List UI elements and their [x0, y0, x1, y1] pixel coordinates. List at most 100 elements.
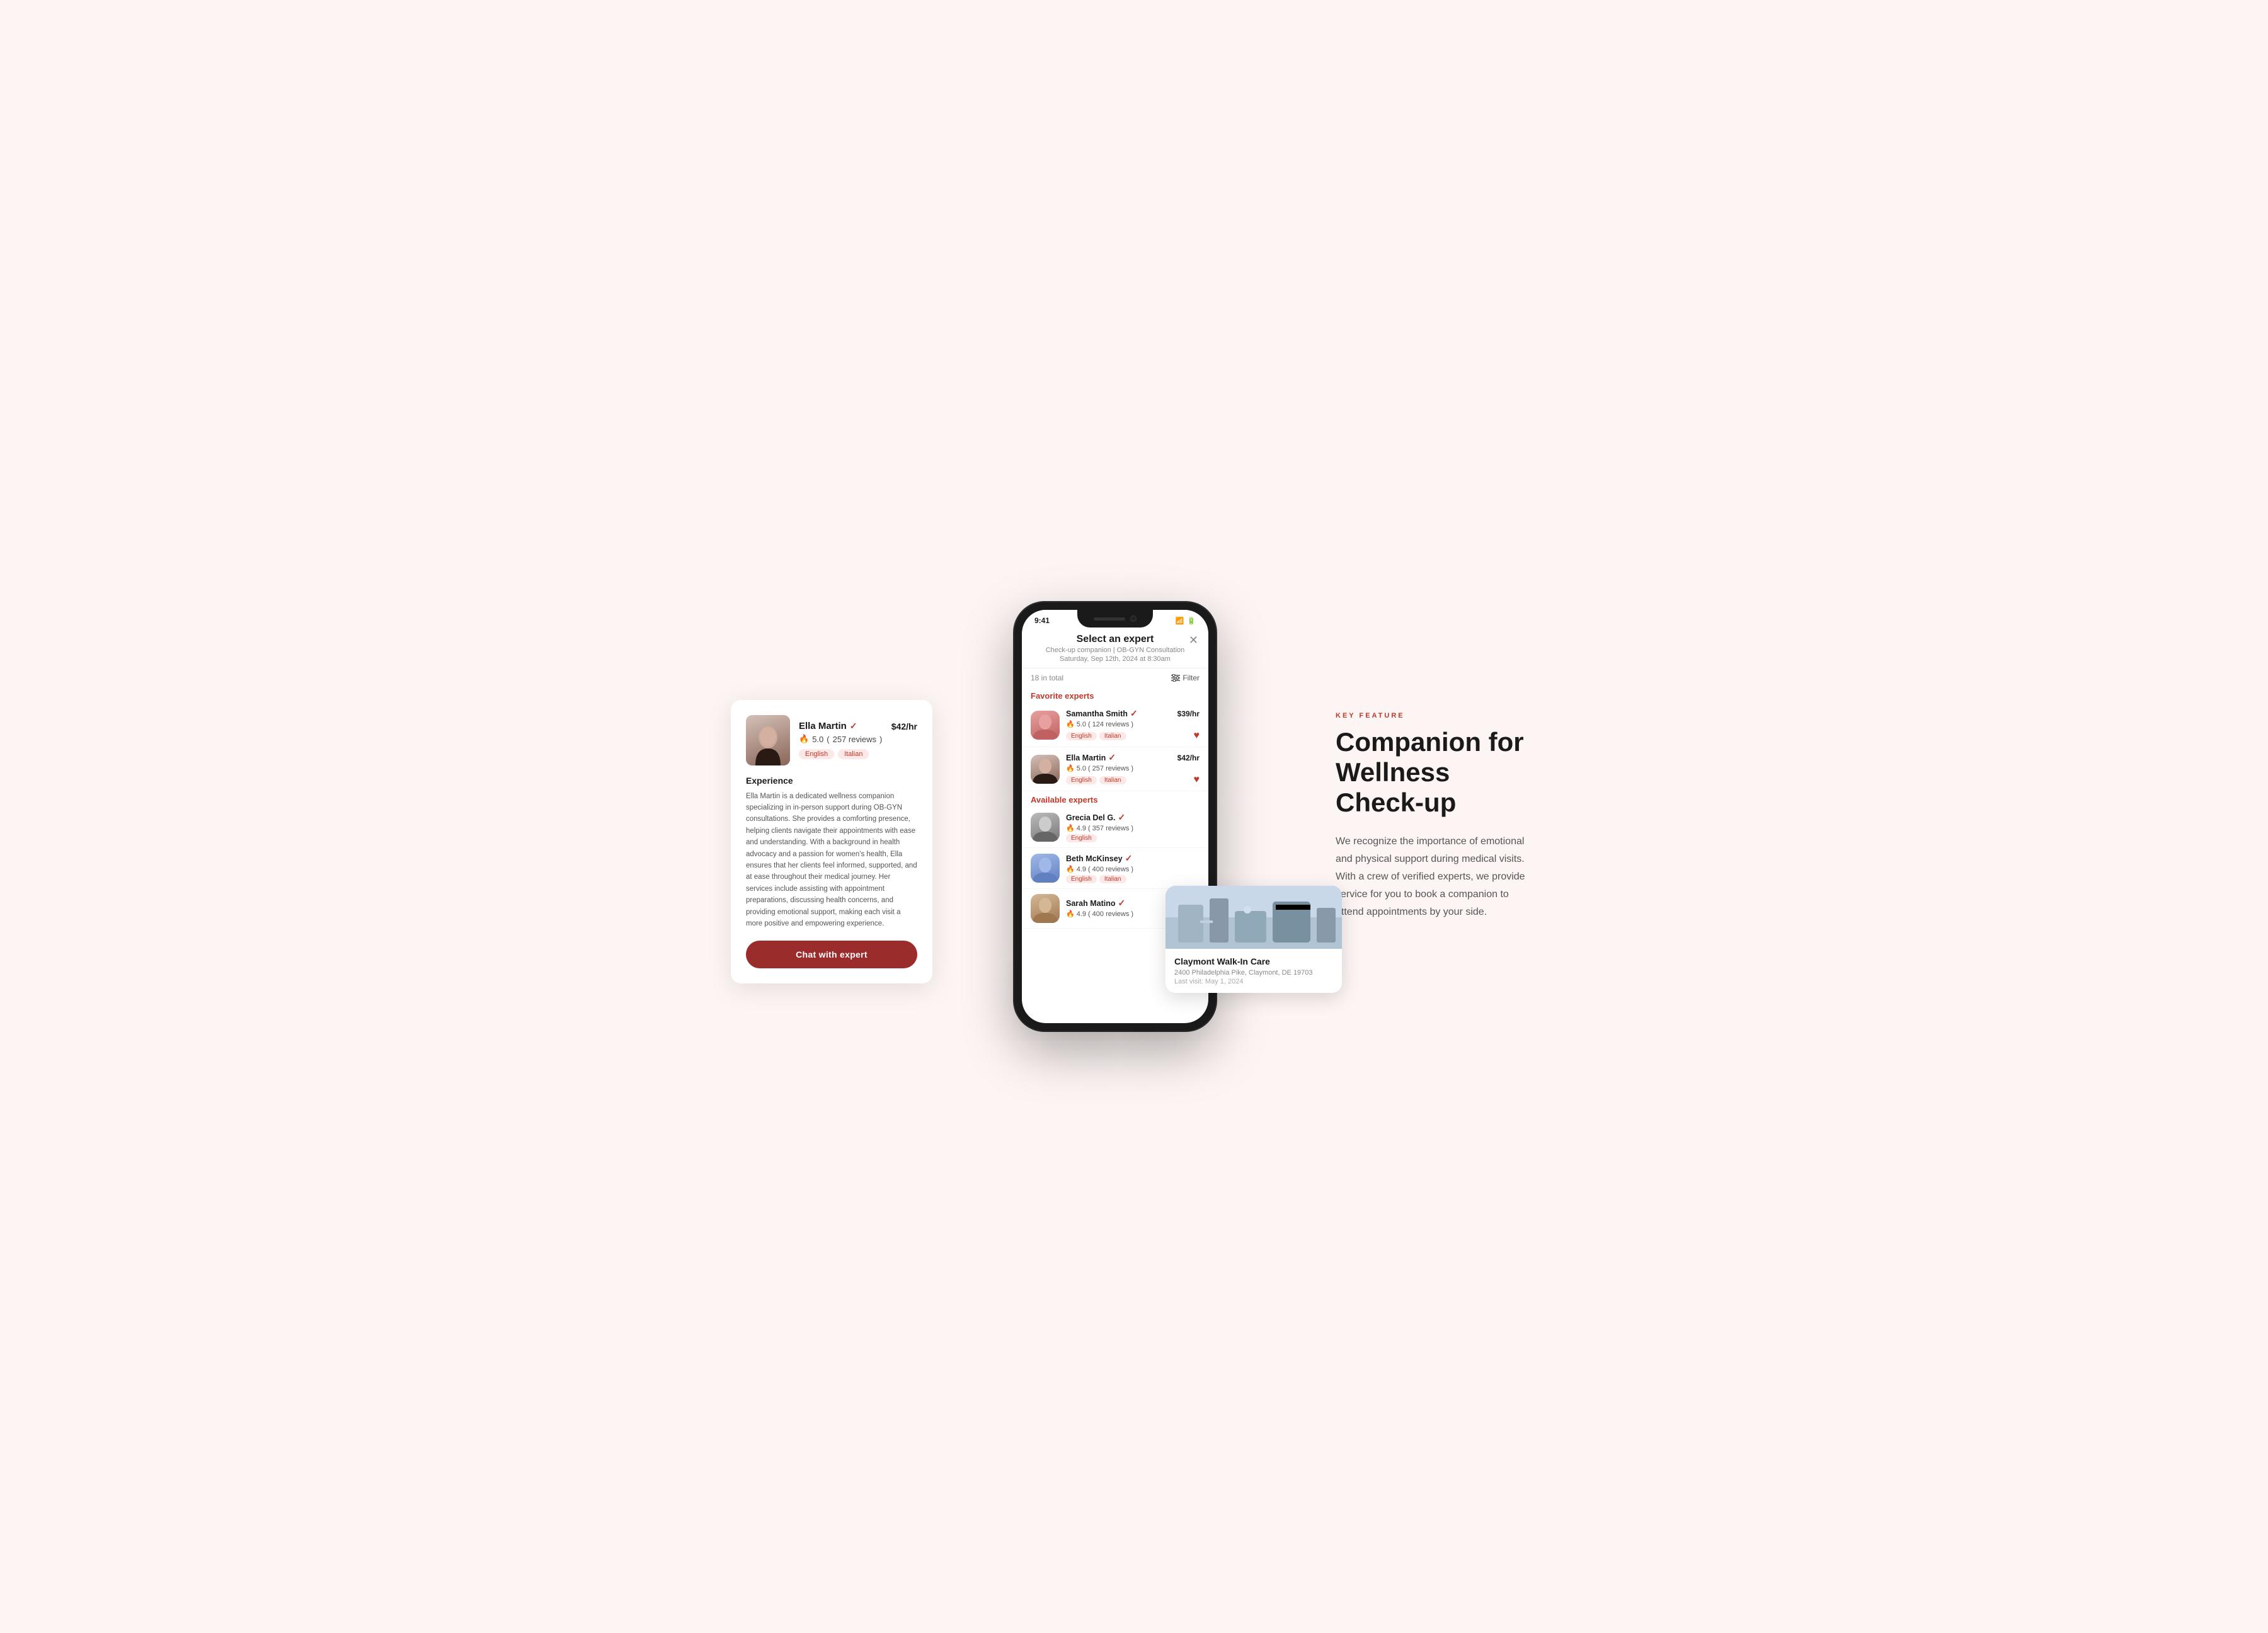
notch-camera [1130, 616, 1137, 622]
modal-subtitle: Check-up companion | OB-GYN Consultation [1034, 646, 1196, 654]
sarah-silhouette [1031, 894, 1060, 923]
wifi-icon: 📶 [1176, 617, 1184, 625]
sarah-fire: 🔥 [1066, 910, 1075, 918]
expert-name: Ella Martin ✓ [799, 721, 857, 731]
samantha-silhouette [1031, 711, 1060, 740]
beth-avatar-img [1031, 854, 1060, 883]
avatar-silhouette [752, 725, 784, 765]
location-image [1166, 886, 1342, 949]
lang-tag-english: English [799, 749, 834, 759]
beth-lang-it: Italian [1099, 875, 1126, 883]
expert-rating: 🔥 5.0 (257 reviews) [799, 734, 917, 744]
ella-verified: ✓ [1108, 752, 1116, 763]
expert-price: $42/hr [891, 721, 917, 731]
list-item-samantha[interactable]: Samantha Smith ✓ $39/hr 🔥 5.0 (124 revie… [1022, 703, 1208, 747]
total-count: 18 in total [1031, 673, 1063, 682]
ella-fire: 🔥 [1066, 764, 1075, 772]
location-last-visit: Last visit: May 1, 2024 [1174, 978, 1333, 985]
phone-notch [1077, 610, 1153, 627]
experience-text: Ella Martin is a dedicated wellness comp… [746, 791, 917, 930]
scene: Ella Martin ✓ $42/hr 🔥 5.0 (257 reviews)… [731, 546, 1537, 1087]
ella-avatar [1031, 755, 1060, 784]
expert-languages: English Italian [799, 749, 917, 759]
battery-icon: 🔋 [1187, 617, 1196, 625]
grecia-verified: ✓ [1118, 812, 1126, 823]
grecia-langs: English [1066, 834, 1200, 842]
expert-card-info: Ella Martin ✓ $42/hr 🔥 5.0 (257 reviews)… [799, 721, 917, 759]
modal-date: Saturday, Sep 12th, 2024 at 8:30am [1034, 655, 1196, 663]
verified-icon: ✓ [850, 721, 857, 731]
notch-speaker [1094, 617, 1125, 621]
beth-name: Beth McKinsey ✓ [1066, 853, 1132, 864]
grecia-lang-en: English [1066, 834, 1097, 842]
beth-avatar [1031, 854, 1060, 883]
ella-price: $42/hr [1177, 753, 1200, 762]
ella-lang-it: Italian [1099, 776, 1126, 784]
modal-title: Select an expert [1034, 634, 1196, 645]
location-address: 2400 Philadelphia Pike, Claymont, DE 197… [1174, 969, 1333, 977]
ella-heart[interactable]: ♥ [1194, 774, 1200, 786]
sarah-verified: ✓ [1118, 898, 1126, 908]
ella-info: Ella Martin ✓ $42/hr 🔥 5.0 (257 reviews) [1066, 752, 1200, 786]
expert-name-row: Ella Martin ✓ $42/hr [799, 721, 917, 731]
expert-detail-card: Ella Martin ✓ $42/hr 🔥 5.0 (257 reviews)… [731, 700, 932, 984]
samantha-avatar-img [1031, 711, 1060, 740]
samantha-langs: English Italian ♥ [1066, 730, 1200, 742]
filter-button[interactable]: Filter [1171, 673, 1200, 682]
samantha-name-row: Samantha Smith ✓ $39/hr [1066, 708, 1200, 719]
phone-mockup: 9:41 📶 🔋 Select an expert Check-up compa… [1014, 602, 1216, 1031]
grecia-name-row: Grecia Del G. ✓ [1066, 812, 1200, 823]
samantha-lang-en: English [1066, 732, 1097, 740]
beth-verified: ✓ [1125, 853, 1133, 864]
samantha-verified: ✓ [1130, 708, 1138, 719]
list-item-grecia[interactable]: Grecia Del G. ✓ 🔥 4.9 (357 reviews) [1022, 807, 1208, 848]
grecia-name: Grecia Del G. ✓ [1066, 812, 1125, 823]
filter-row: 18 in total Filter [1022, 668, 1208, 687]
samantha-avatar [1031, 711, 1060, 740]
list-item-beth[interactable]: Beth McKinsey ✓ 🔥 4.9 (400 reviews) [1022, 848, 1208, 889]
location-card: Claymont Walk-In Care 2400 Philadelphia … [1166, 886, 1342, 993]
samantha-price: $39/hr [1177, 709, 1200, 718]
sarah-avatar [1031, 894, 1060, 923]
expert-avatar [746, 715, 790, 765]
beth-rating: 🔥 4.9 (400 reviews) [1066, 865, 1200, 873]
beth-fire: 🔥 [1066, 865, 1075, 873]
favorite-section-header: Favorite experts [1022, 687, 1208, 703]
filter-icon [1171, 674, 1180, 682]
grecia-avatar [1031, 813, 1060, 842]
status-time: 9:41 [1034, 616, 1050, 625]
ella-langs: English Italian ♥ [1066, 774, 1200, 786]
beth-silhouette [1031, 854, 1060, 883]
close-button[interactable]: ✕ [1189, 634, 1198, 647]
samantha-fire: 🔥 [1066, 720, 1075, 728]
list-item-ella[interactable]: Ella Martin ✓ $42/hr 🔥 5.0 (257 reviews) [1022, 747, 1208, 791]
location-info: Claymont Walk-In Care 2400 Philadelphia … [1166, 949, 1342, 993]
location-img-content [1166, 886, 1342, 949]
experience-section-title: Experience [746, 776, 917, 786]
ella-rating: 🔥 5.0 (257 reviews) [1066, 764, 1200, 772]
beth-name-row: Beth McKinsey ✓ [1066, 853, 1200, 864]
ella-name: Ella Martin ✓ [1066, 752, 1116, 763]
available-section-header: Available experts [1022, 791, 1208, 807]
status-icons: 📶 🔋 [1176, 617, 1196, 625]
ella-lang-en: English [1066, 776, 1097, 784]
feature-title: Companion for Wellness Check-up [1336, 727, 1537, 818]
fire-icon: 🔥 [799, 734, 809, 744]
key-feature-label: KEY FEATURE [1336, 712, 1537, 719]
sarah-name: Sarah Matino ✓ [1066, 898, 1125, 908]
samantha-name: Samantha Smith ✓ [1066, 708, 1138, 719]
lang-tag-italian: Italian [838, 749, 869, 759]
chat-with-expert-button[interactable]: Chat with expert [746, 941, 917, 968]
beth-info: Beth McKinsey ✓ 🔥 4.9 (400 reviews) [1066, 853, 1200, 883]
beth-langs: English Italian [1066, 875, 1200, 883]
ella-name-row: Ella Martin ✓ $42/hr [1066, 752, 1200, 763]
expert-avatar-image [746, 715, 790, 765]
samantha-heart[interactable]: ♥ [1194, 730, 1200, 742]
ella-silhouette [1031, 755, 1060, 784]
grecia-avatar-img [1031, 813, 1060, 842]
beth-lang-en: English [1066, 875, 1097, 883]
grecia-fire: 🔥 [1066, 824, 1075, 832]
expert-card-header: Ella Martin ✓ $42/hr 🔥 5.0 (257 reviews)… [746, 715, 917, 765]
samantha-rating: 🔥 5.0 (124 reviews) [1066, 720, 1200, 728]
location-name: Claymont Walk-In Care [1174, 956, 1333, 966]
